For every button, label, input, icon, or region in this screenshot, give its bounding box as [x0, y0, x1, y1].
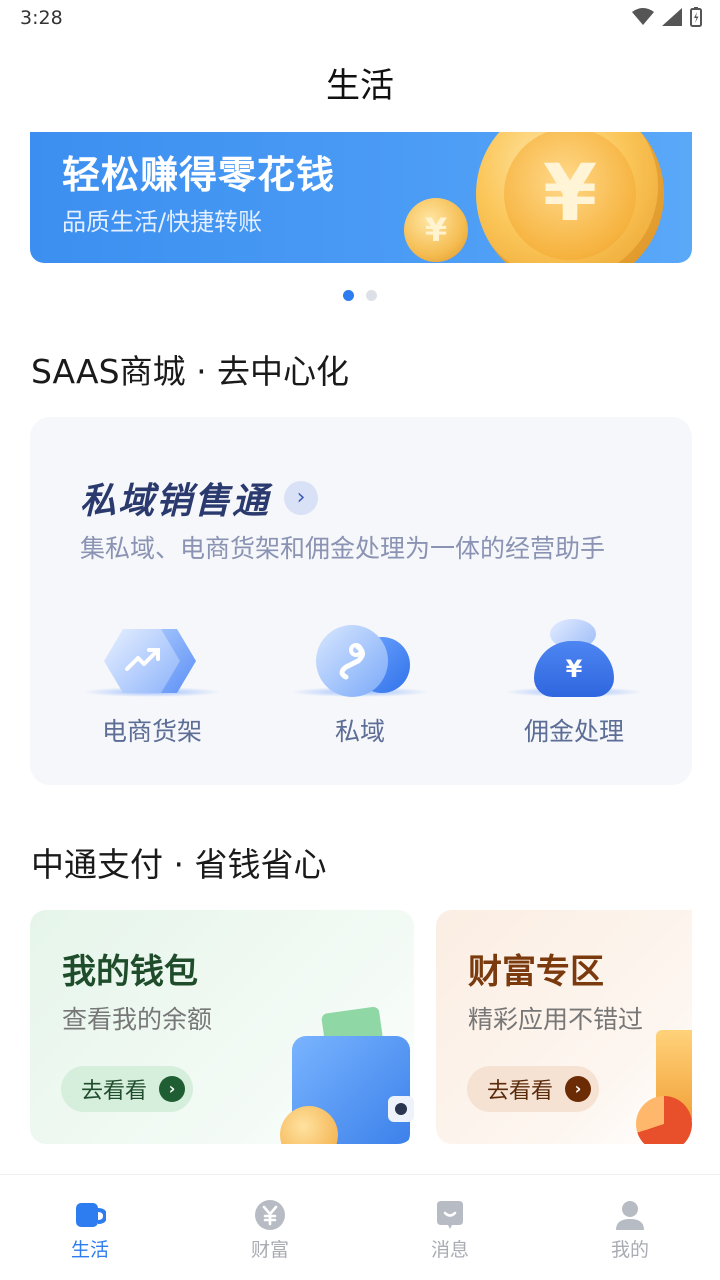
wallet-go-button[interactable]: 去看看 ›: [61, 1066, 194, 1112]
nav-label: 生活: [70, 1239, 109, 1261]
wallet-card[interactable]: 我的钱包 查看我的余额 去看看 ›: [30, 910, 414, 1144]
status-time: 3:28: [20, 7, 63, 29]
carousel-indicator: [0, 290, 720, 301]
saas-title-row[interactable]: 私域销售通 ›: [80, 472, 319, 524]
life-cup-icon: [76, 1203, 106, 1227]
page-title: 生活: [326, 66, 394, 106]
pay-section-heading: 中通支付 · 省钱省心: [31, 845, 327, 884]
nav-item-wealth[interactable]: 财富: [180, 1175, 360, 1280]
wealth-title: 财富专区: [468, 952, 604, 992]
feature-label: 私域: [334, 717, 385, 746]
app-header: 生活: [0, 58, 720, 114]
big-coin-icon: ¥: [476, 132, 664, 263]
private-domain-link-icon: [316, 625, 388, 697]
wealth-yen-icon: [255, 1200, 285, 1230]
message-bubble-icon: [437, 1201, 463, 1229]
nav-label: 我的: [610, 1239, 649, 1261]
coin-yen-symbol: ¥: [504, 132, 636, 260]
chevron-right-icon[interactable]: ›: [284, 481, 319, 515]
wealth-card[interactable]: 财富专区 精彩应用不错过 去看看 ›: [436, 910, 692, 1144]
nav-label: 财富: [250, 1239, 289, 1261]
wallet-illustration-icon: [280, 1006, 414, 1144]
saas-card[interactable]: 私域销售通 › 集私域、电商货架和佣金处理为一体的经营助手 电商货架 私域 ¥ …: [30, 417, 692, 785]
profile-person-icon: [616, 1201, 644, 1230]
wallet-subtitle: 查看我的余额: [62, 1005, 213, 1034]
go-button-label: 去看看: [487, 1079, 554, 1104]
feature-label: 佣金处理: [523, 717, 624, 746]
nav-item-life[interactable]: 生活: [0, 1175, 180, 1280]
wealth-subtitle: 精彩应用不错过: [468, 1005, 644, 1034]
nav-item-messages[interactable]: 消息: [360, 1175, 540, 1280]
banner-subtitle: 品质生活/快捷转账: [62, 208, 263, 236]
chevron-right-icon: ›: [159, 1076, 186, 1102]
nav-label: 消息: [430, 1239, 469, 1261]
saas-title: 私域销售通: [80, 481, 271, 522]
promo-banner[interactable]: 轻松赚得零花钱 品质生活/快捷转账 ¥ ¥: [30, 132, 692, 263]
carousel-dot[interactable]: [366, 290, 377, 301]
nav-item-mine[interactable]: 我的: [540, 1175, 720, 1280]
wallet-title: 我的钱包: [62, 952, 198, 992]
signal-icon: [662, 8, 682, 26]
go-button-label: 去看看: [81, 1079, 148, 1104]
saas-section-heading: SAAS商城 · 去中心化: [31, 352, 350, 391]
feature-label: 电商货架: [101, 717, 202, 746]
wealth-illustration-icon: [636, 1030, 692, 1144]
battery-icon: [690, 7, 702, 27]
status-bar: 3:28: [0, 0, 720, 40]
wifi-icon: [632, 8, 654, 25]
wealth-go-button[interactable]: 去看看 ›: [467, 1066, 600, 1112]
commission-moneybag-icon: ¥: [534, 641, 614, 697]
banner-title: 轻松赚得零花钱: [62, 153, 336, 197]
saas-description: 集私域、电商货架和佣金处理为一体的经营助手: [80, 534, 606, 563]
chevron-right-icon: ›: [565, 1076, 592, 1102]
carousel-dot-active[interactable]: [343, 290, 354, 301]
small-coin-icon: ¥: [404, 198, 468, 262]
bottom-nav: 生活 财富 消息 我的: [0, 1174, 720, 1280]
status-icons: [632, 7, 702, 27]
